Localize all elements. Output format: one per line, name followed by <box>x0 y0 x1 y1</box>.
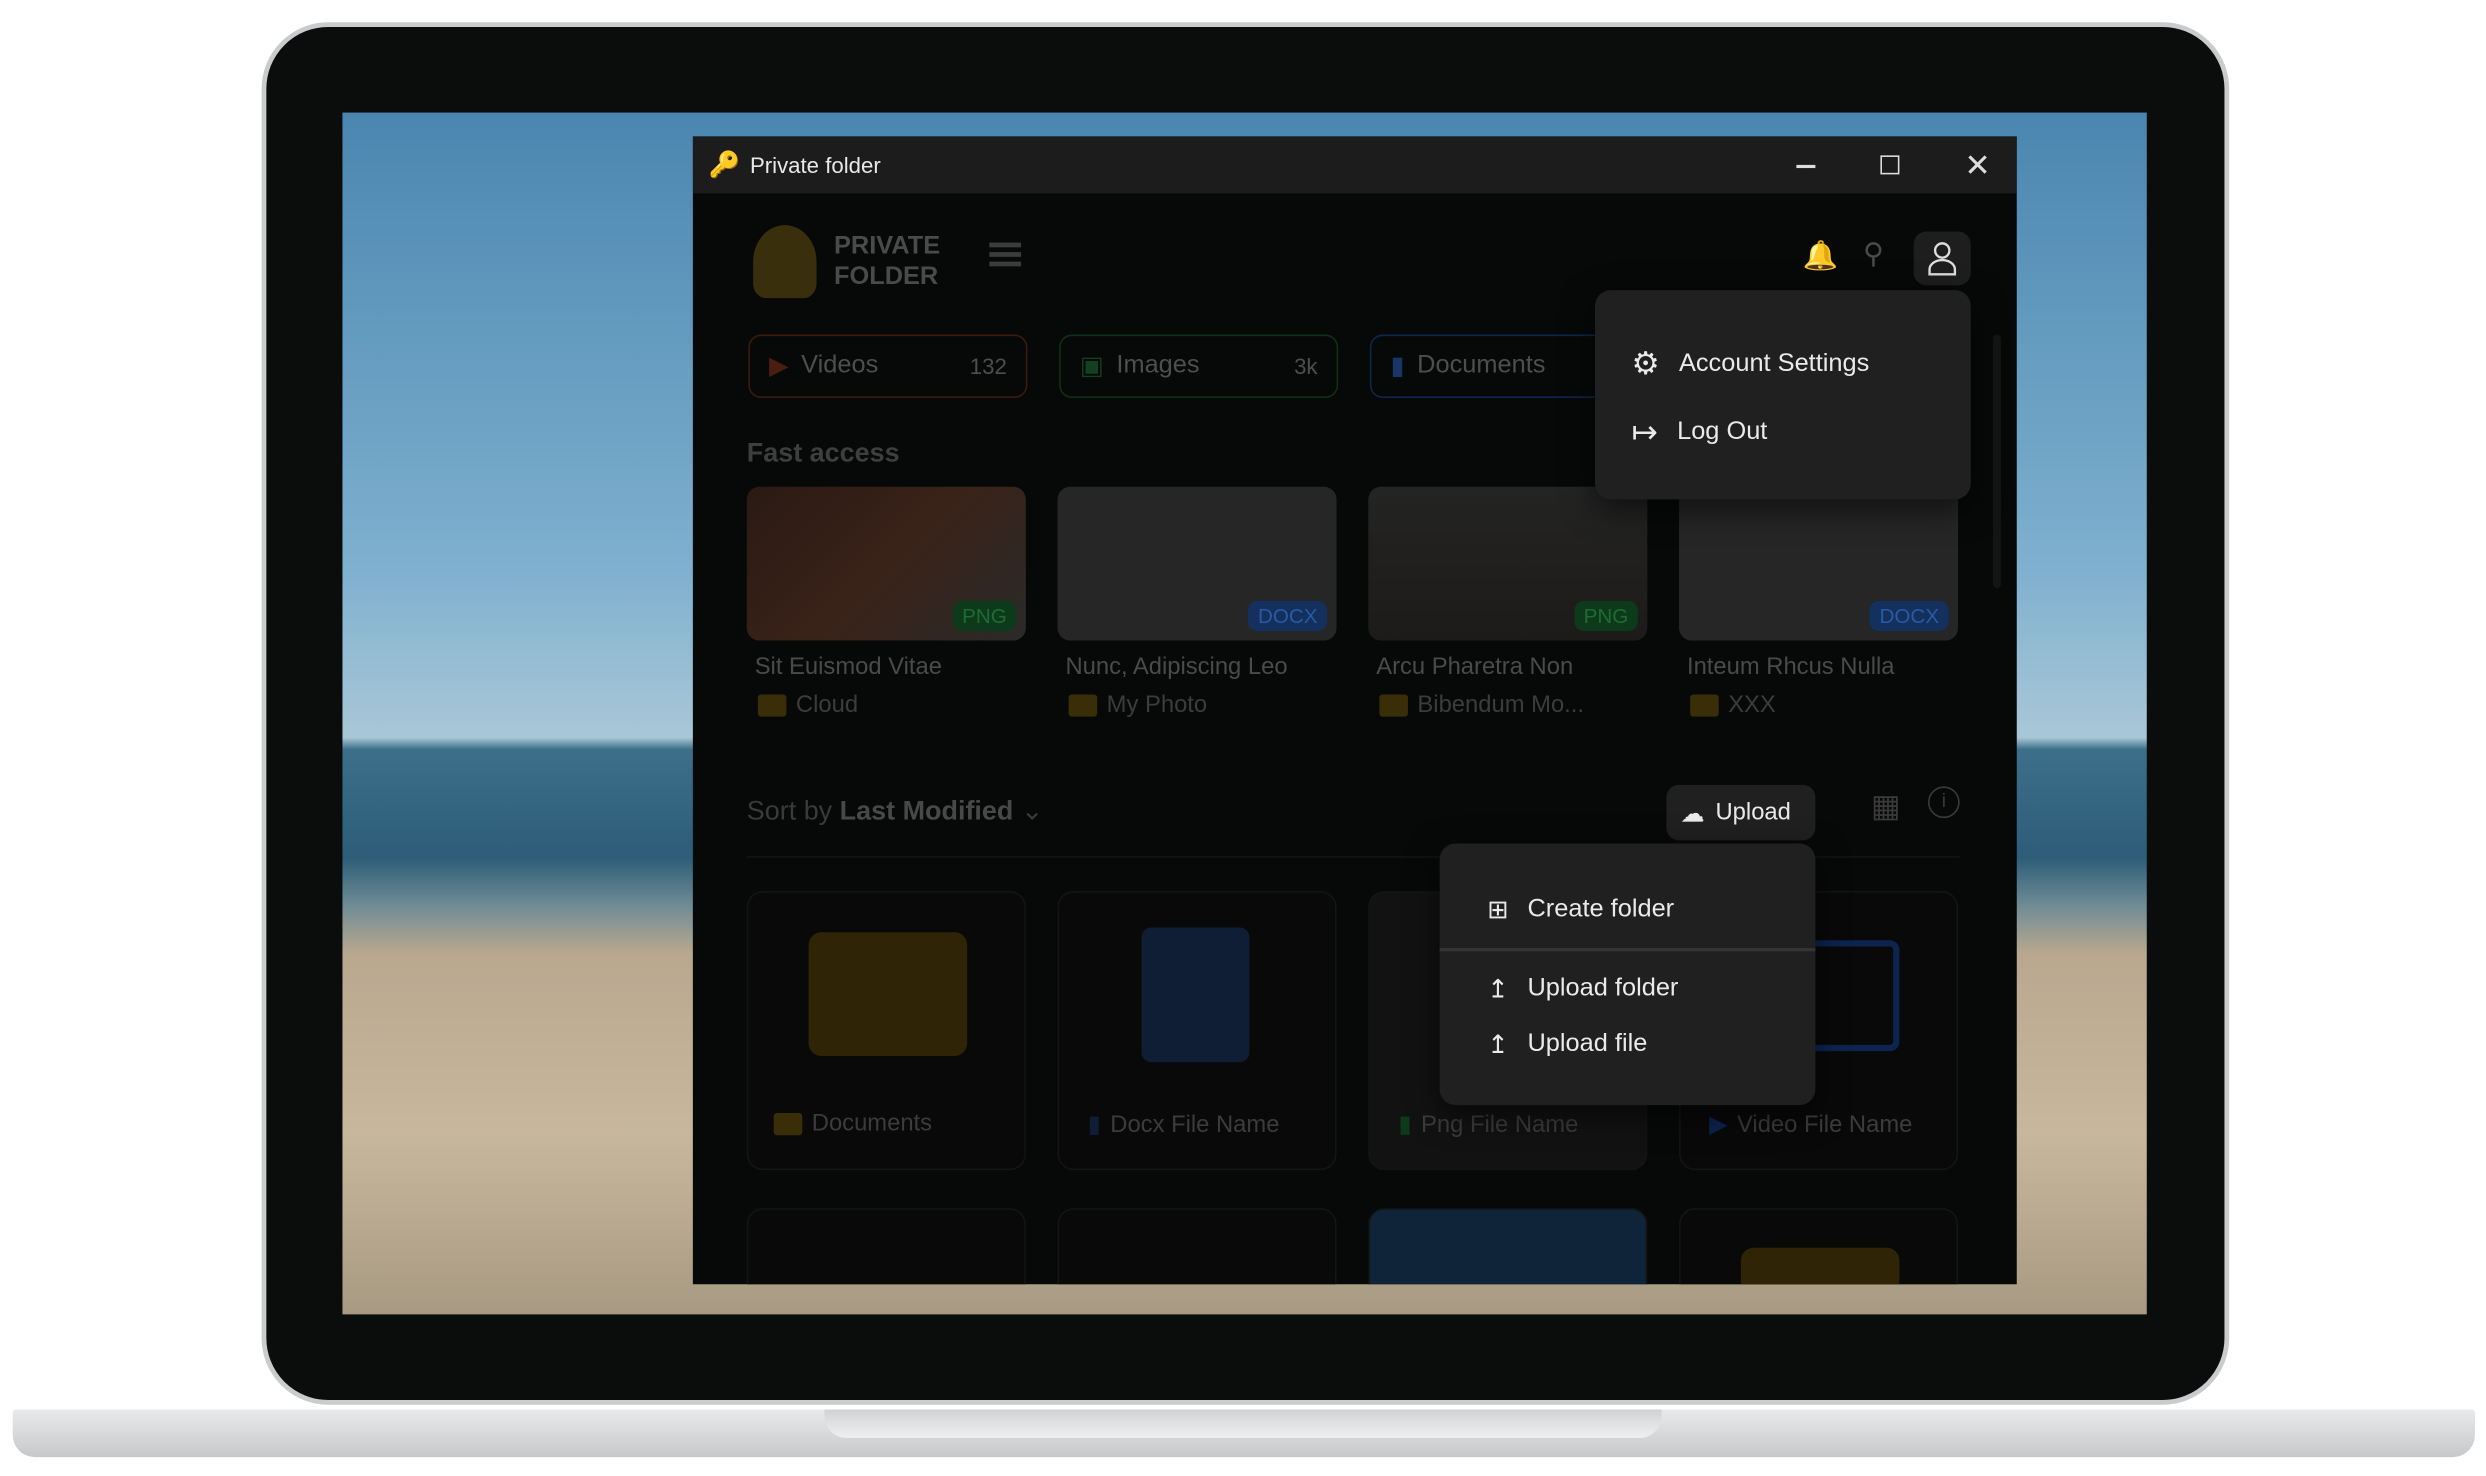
menu-item-upload-file[interactable]: ↥ Upload file <box>1487 1029 1647 1061</box>
folder-icon <box>1379 693 1408 716</box>
file-card[interactable] <box>1679 1208 1959 1285</box>
upload-button[interactable]: ☁ Upload <box>1666 784 1816 841</box>
scrollbar[interactable] <box>1992 334 2001 589</box>
thumbnail[interactable]: PNG <box>746 486 1026 641</box>
file-title[interactable]: Inteum Rhcus Nulla <box>1687 653 1895 680</box>
grid-view-icon[interactable]: ▦ <box>1871 786 1901 826</box>
folder-icon <box>1068 693 1098 716</box>
file-title[interactable]: Sit Euismod Vitae <box>755 653 942 680</box>
video-icon: ▶ <box>768 353 789 381</box>
title-bar: 🔑 Private folder ✕ <box>692 136 2017 194</box>
minimize-button[interactable] <box>1796 164 1816 168</box>
user-icon <box>1928 242 1957 276</box>
folder-icon <box>1690 693 1719 716</box>
sort-dropdown[interactable]: Sort by Last Modified ⌄ <box>747 796 1044 828</box>
menu-item-account-settings[interactable]: ⚙ Account Settings <box>1631 344 1869 384</box>
search-icon[interactable]: ⚲ <box>1863 238 1884 271</box>
file-folder: My Photo <box>1068 691 1207 718</box>
file-card[interactable] <box>1368 1208 1648 1285</box>
category-label: Documents <box>1417 351 1546 379</box>
file-title[interactable]: Nunc, Adipiscing Leo <box>1065 653 1287 680</box>
folder-upload-icon: ↥ <box>1487 976 1509 1004</box>
file-card[interactable] <box>1057 1208 1337 1285</box>
upload-menu: ⊞ Create folder ↥ Upload folder ↥ Upload fi… <box>1439 843 1816 1106</box>
category-videos[interactable]: ▶ Videos 132 <box>748 334 1028 398</box>
category-label: Images <box>1116 351 1200 379</box>
logo-icon <box>753 225 817 299</box>
file-folder: XXX <box>1690 691 1776 718</box>
laptop-notch <box>824 1409 1662 1439</box>
file-card[interactable] <box>746 1208 1026 1285</box>
user-menu-button[interactable] <box>1913 231 1971 286</box>
file-type-badge: DOCX <box>1869 600 1949 632</box>
menu-icon[interactable] <box>989 242 1022 267</box>
image-icon: ▣ <box>1079 353 1104 381</box>
fast-access-title: Fast access <box>746 437 900 468</box>
close-button[interactable]: ✕ <box>1964 146 1991 186</box>
thumbnail[interactable]: PNG <box>1368 486 1648 641</box>
logout-icon: ↦ <box>1631 415 1659 451</box>
file-card[interactable]: Documents <box>746 891 1026 1171</box>
file-type-badge: PNG <box>952 600 1017 632</box>
file-upload-icon: ↥ <box>1487 1032 1509 1060</box>
window-title: Private folder <box>749 152 881 178</box>
category-images[interactable]: ▣ Images 3k <box>1059 334 1339 398</box>
chevron-down-icon: ⌄ <box>1020 795 1044 827</box>
folder-plus-icon: ⊞ <box>1487 897 1509 925</box>
category-count: 132 <box>969 353 1007 379</box>
category-count: 3k <box>1294 353 1318 379</box>
menu-item-create-folder[interactable]: ⊞ Create folder <box>1487 894 1674 926</box>
menu-item-log-out[interactable]: ↦ Log Out <box>1631 412 1767 452</box>
thumbnail[interactable]: DOCX <box>1679 486 1959 641</box>
cloud-upload-icon: ☁ <box>1680 799 1705 827</box>
key-icon: 🔑 <box>708 152 741 180</box>
file-folder: Bibendum Mo... <box>1379 691 1584 718</box>
gear-icon: ⚙ <box>1631 347 1660 383</box>
folder-icon <box>757 693 787 716</box>
app-window: 🔑 Private folder ✕ PRIVATE FOLDER 🔔 ⚲ ▶ Vi… <box>692 136 2017 1285</box>
bell-icon[interactable]: 🔔 <box>1803 239 1839 272</box>
document-icon: ▮ <box>1390 353 1405 381</box>
category-label: Videos <box>801 351 879 379</box>
file-type-badge: PNG <box>1574 600 1638 632</box>
thumbnail[interactable]: DOCX <box>1057 486 1337 641</box>
file-folder: Cloud <box>757 691 858 718</box>
file-title[interactable]: Arcu Pharetra Non <box>1376 653 1573 680</box>
logo-text: PRIVATE FOLDER <box>833 233 941 291</box>
maximize-button[interactable] <box>1880 155 1900 175</box>
file-card[interactable]: ▮ Docx File Name <box>1057 891 1337 1171</box>
menu-item-upload-folder[interactable]: ↥ Upload folder <box>1487 973 1678 1005</box>
account-menu: ⚙ Account Settings ↦ Log Out <box>1595 290 1971 500</box>
info-icon[interactable]: i <box>1927 786 1960 819</box>
file-type-badge: DOCX <box>1248 600 1328 632</box>
menu-divider <box>1439 948 1816 951</box>
